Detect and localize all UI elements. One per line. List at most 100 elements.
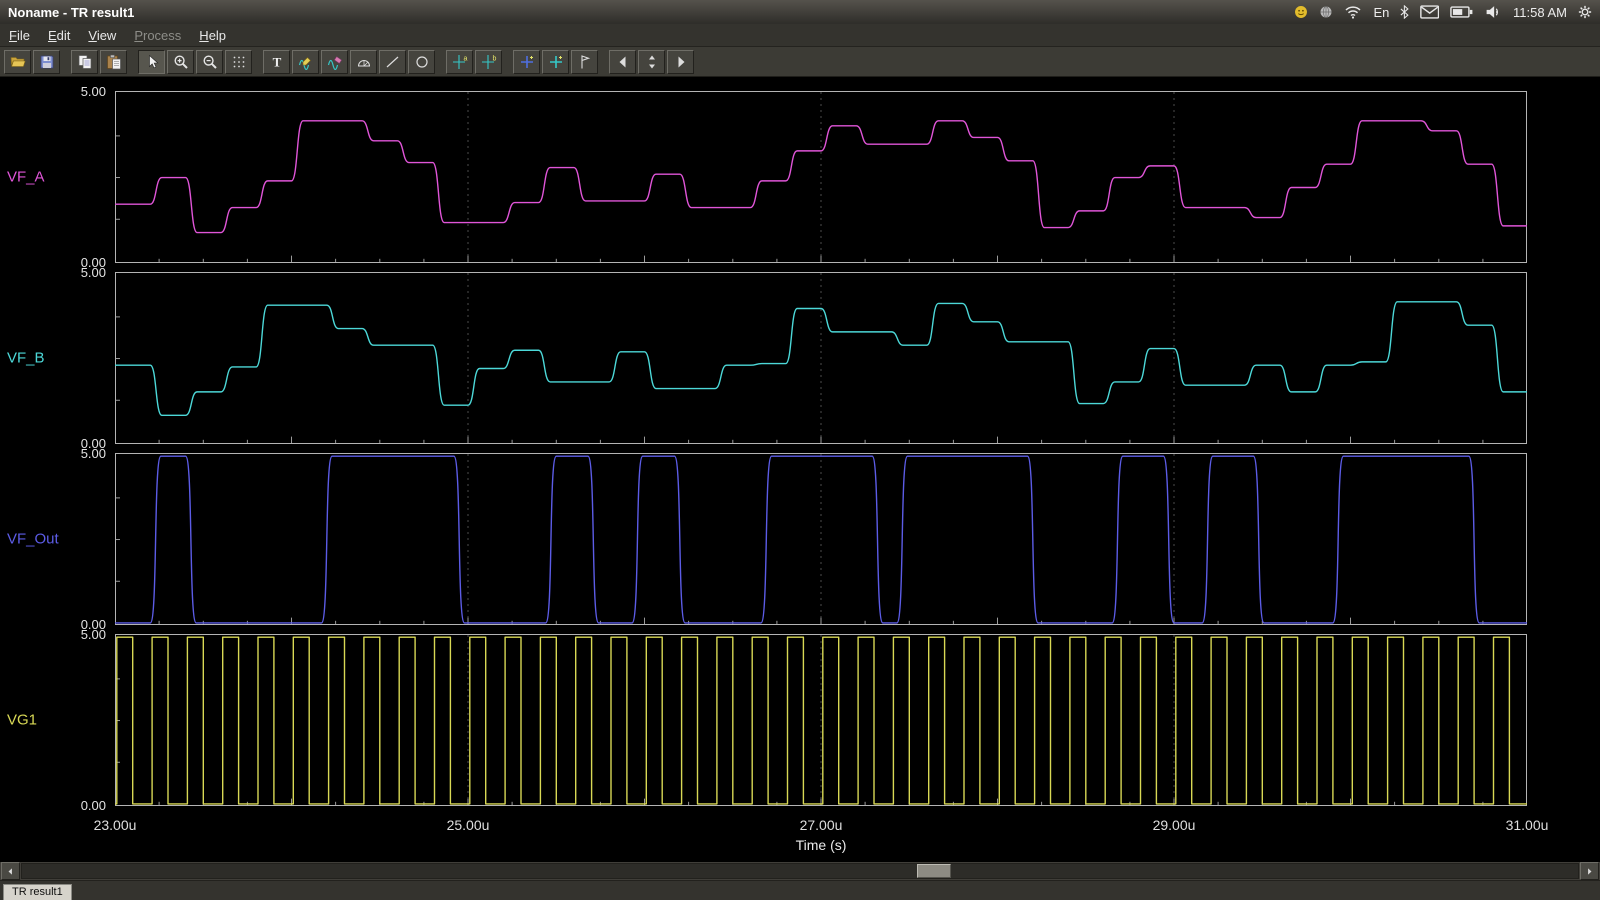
cursor-b-button[interactable]: b bbox=[475, 50, 502, 74]
text-tool-icon: T bbox=[269, 54, 285, 70]
signal-label-vg1[interactable]: VG1 bbox=[7, 712, 37, 729]
clock-indicator[interactable]: 11:58 AM bbox=[1513, 5, 1567, 20]
toolbar-separator bbox=[62, 52, 69, 72]
menu-view[interactable]: View bbox=[79, 26, 125, 45]
zoom-out-icon bbox=[202, 54, 218, 70]
x-axis: 23.00u25.00u27.00u29.00u31.00u bbox=[115, 817, 1527, 835]
menu-process[interactable]: Process bbox=[125, 26, 190, 45]
cursor-a-button[interactable]: a bbox=[446, 50, 473, 74]
session-gear-icon[interactable] bbox=[1578, 5, 1592, 19]
y-max-label: 5.00 bbox=[81, 84, 106, 99]
line-tool-icon bbox=[385, 54, 401, 70]
panel-vf-a: VF_A5.000.00 bbox=[0, 91, 1600, 263]
x-axis-title: Time (s) bbox=[115, 837, 1527, 857]
folder-open-icon bbox=[10, 54, 26, 70]
toolbar-separator bbox=[254, 52, 261, 72]
bluetooth-icon[interactable] bbox=[1400, 5, 1409, 19]
mail-icon[interactable] bbox=[1420, 5, 1439, 19]
waveform-eraser-icon bbox=[327, 54, 343, 70]
tab-bar: TR result1 bbox=[0, 880, 1600, 900]
marker-button[interactable] bbox=[571, 50, 598, 74]
zoom-out-button[interactable] bbox=[196, 50, 223, 74]
waveform-canvas-vf-a[interactable] bbox=[115, 91, 1527, 263]
waveform-canvas-vf-b[interactable] bbox=[115, 272, 1527, 444]
system-tray: En 11:58 AM bbox=[1294, 5, 1592, 20]
menu-edit[interactable]: Edit bbox=[39, 26, 79, 45]
menubar: FileEditViewProcessHelp bbox=[0, 24, 1600, 47]
add-right-cursor-button[interactable] bbox=[542, 50, 569, 74]
page-spinner[interactable] bbox=[638, 50, 665, 74]
text-tool-button[interactable]: T bbox=[263, 50, 290, 74]
menu-file[interactable]: File bbox=[0, 26, 39, 45]
waveform-eraser-button[interactable] bbox=[321, 50, 348, 74]
toolbar-separator bbox=[600, 52, 607, 72]
menu-help[interactable]: Help bbox=[190, 26, 235, 45]
y-max-label: 5.00 bbox=[81, 627, 106, 642]
grid-button[interactable] bbox=[225, 50, 252, 74]
marker-flag-icon bbox=[577, 54, 593, 70]
scrollbar-thumb[interactable] bbox=[917, 864, 951, 878]
titlebar[interactable]: Noname - TR result1 En 11:58 AM bbox=[0, 0, 1600, 24]
zoom-in-icon bbox=[173, 54, 189, 70]
window-title: Noname - TR result1 bbox=[8, 5, 134, 20]
axis-labels-vg1: VG15.000.00 bbox=[0, 634, 115, 806]
tab-tr-result1[interactable]: TR result1 bbox=[3, 884, 72, 900]
toolbar-separator bbox=[129, 52, 136, 72]
y-min-label: 0.00 bbox=[81, 798, 106, 813]
copy-icon bbox=[77, 54, 93, 70]
axis-labels-vf-b: VF_B5.000.00 bbox=[0, 272, 115, 444]
svg-text:T: T bbox=[272, 54, 281, 69]
prev-page-button[interactable] bbox=[609, 50, 636, 74]
signal-label-vf-b[interactable]: VF_B bbox=[7, 350, 45, 367]
toolbar-separator bbox=[437, 52, 444, 72]
next-icon bbox=[673, 54, 689, 70]
x-tick-label: 25.00u bbox=[447, 817, 490, 833]
axis-labels-vf-a: VF_A5.000.00 bbox=[0, 91, 115, 263]
waveform-pencil-button[interactable] bbox=[292, 50, 319, 74]
network-globe-icon[interactable] bbox=[1319, 5, 1333, 19]
svg-text:a: a bbox=[463, 55, 467, 62]
y-max-label: 5.00 bbox=[81, 446, 106, 461]
scroll-left-button[interactable] bbox=[1, 862, 20, 880]
keyboard-layout-indicator[interactable]: En bbox=[1373, 5, 1389, 20]
wifi-icon[interactable] bbox=[1344, 5, 1362, 19]
zoom-in-button[interactable] bbox=[167, 50, 194, 74]
toolbar: Ta b bbox=[0, 47, 1600, 77]
add-left-cursor-button[interactable] bbox=[513, 50, 540, 74]
line-tool-button[interactable] bbox=[379, 50, 406, 74]
circle-tool-button[interactable] bbox=[408, 50, 435, 74]
x-tick-label: 23.00u bbox=[94, 817, 137, 833]
save-icon bbox=[39, 54, 55, 70]
volume-icon[interactable] bbox=[1485, 5, 1502, 19]
paste-button[interactable] bbox=[100, 50, 127, 74]
protractor-button[interactable] bbox=[350, 50, 377, 74]
add-left-cursor-icon bbox=[519, 54, 535, 70]
cursor-b-icon: b bbox=[481, 54, 497, 70]
battery-icon[interactable] bbox=[1450, 5, 1473, 19]
panel-vf-b: VF_B5.000.00 bbox=[0, 272, 1600, 444]
signal-label-vf-out[interactable]: VF_Out bbox=[7, 531, 59, 548]
waveform-canvas-vg1[interactable] bbox=[115, 634, 1527, 806]
grid-icon bbox=[231, 54, 247, 70]
waveform-panels: VF_A5.000.00VF_B5.000.00VF_Out5.000.00VG… bbox=[0, 77, 1600, 815]
input-method-icon[interactable] bbox=[1294, 5, 1308, 19]
add-right-cursor-icon bbox=[548, 54, 564, 70]
save-button[interactable] bbox=[33, 50, 60, 74]
paste-icon bbox=[106, 54, 122, 70]
x-tick-label: 29.00u bbox=[1153, 817, 1196, 833]
select-cursor-icon bbox=[144, 54, 160, 70]
x-tick-label: 31.00u bbox=[1506, 817, 1549, 833]
waveform-pencil-icon bbox=[298, 54, 314, 70]
select-tool-button[interactable] bbox=[138, 50, 165, 74]
protractor-icon bbox=[356, 54, 372, 70]
open-button[interactable] bbox=[4, 50, 31, 74]
copy-button[interactable] bbox=[71, 50, 98, 74]
horizontal-scrollbar bbox=[0, 862, 1600, 880]
plot-area: VF_A5.000.00VF_B5.000.00VF_Out5.000.00VG… bbox=[0, 77, 1600, 862]
signal-label-vf-a[interactable]: VF_A bbox=[7, 169, 45, 186]
circle-tool-icon bbox=[414, 54, 430, 70]
scrollbar-track[interactable] bbox=[21, 863, 1579, 879]
scroll-right-button[interactable] bbox=[1580, 862, 1599, 880]
waveform-canvas-vf-out[interactable] bbox=[115, 453, 1527, 625]
next-page-button[interactable] bbox=[667, 50, 694, 74]
